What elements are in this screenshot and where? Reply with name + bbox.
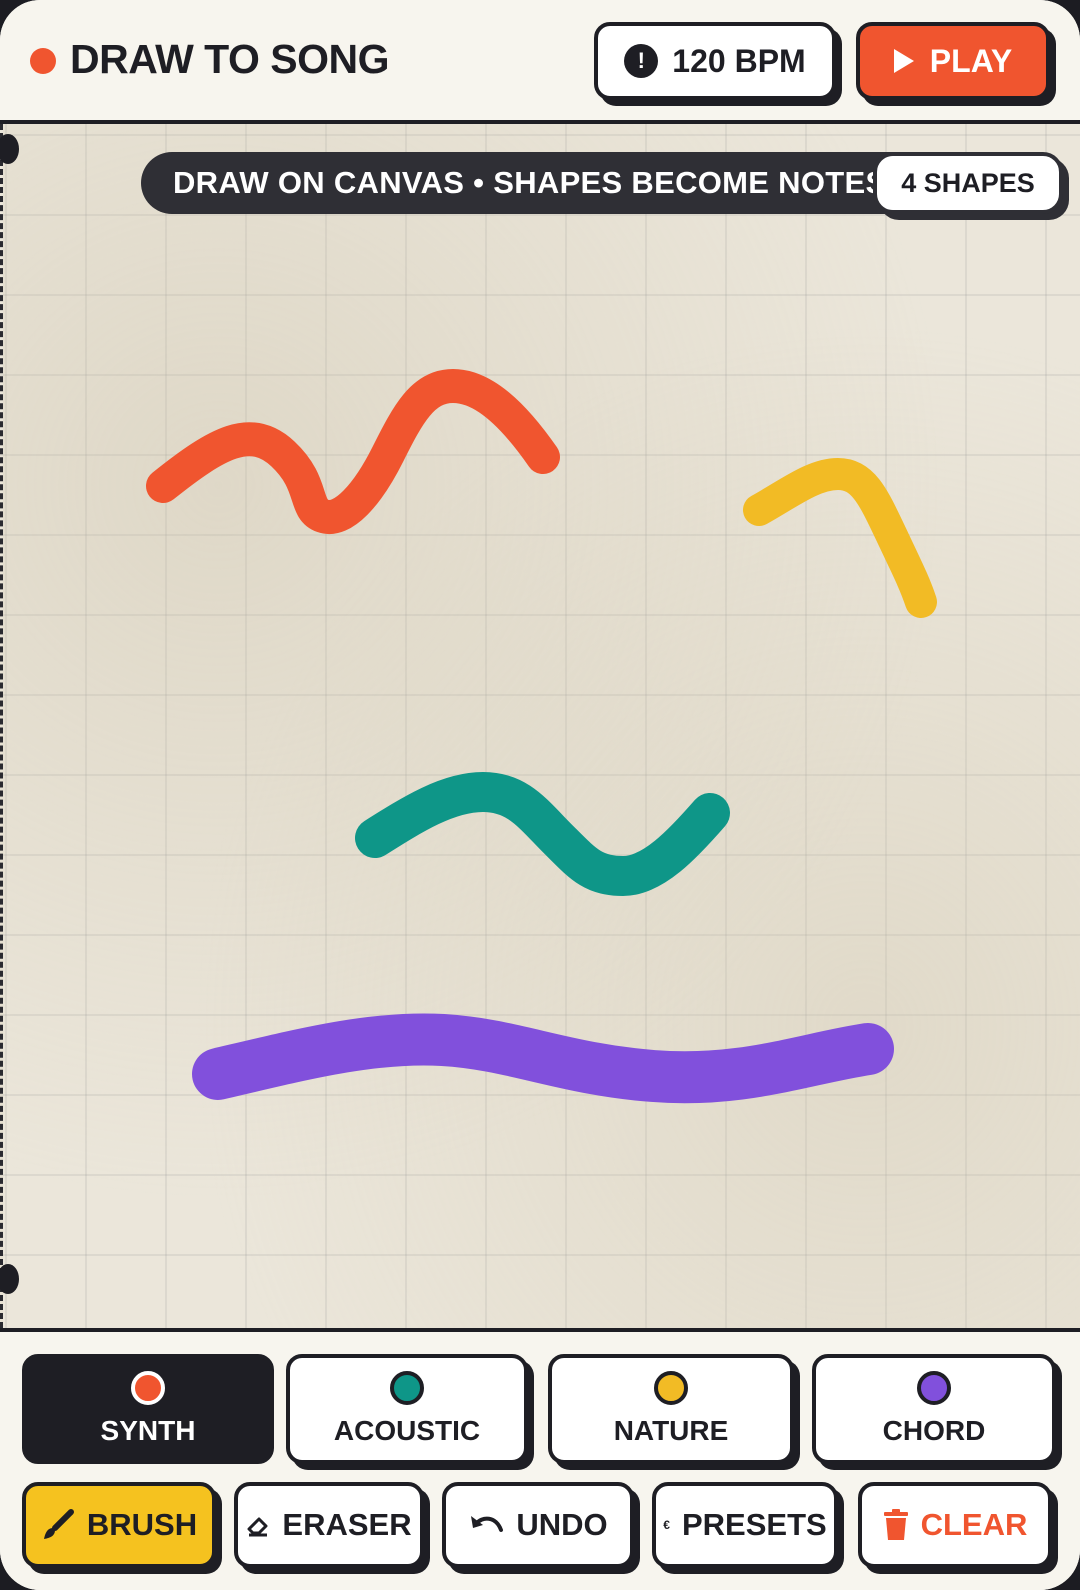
bpm-label: 120 BPM [672,42,806,79]
eraser-button[interactable]: ERASER [234,1482,424,1568]
nature-color-dot [654,1371,688,1405]
synth-color-dot [131,1371,165,1405]
acoustic-color-dot [390,1371,424,1405]
drawing-canvas[interactable]: DRAW ON CANVAS • SHAPES BECOME NOTES 4 S… [0,124,1080,1328]
instrument-acoustic-button[interactable]: ACOUSTIC [286,1354,528,1464]
eraser-icon [246,1513,270,1537]
stroke-layer [146,369,937,1104]
header: DRAW TO SONG ! 120 BPM PLAY [0,0,1080,124]
stroke-acoustic[interactable] [355,772,730,896]
eraser-label: ERASER [282,1507,412,1542]
stroke-nature[interactable] [743,458,937,618]
play-label: PLAY [929,42,1013,79]
metronome-icon: ! [624,44,659,78]
chord-color-dot [917,1371,951,1405]
presets-button[interactable]: € PRESETS [652,1482,838,1568]
brush-icon [41,1508,75,1542]
instrument-nature-button[interactable]: NATURE [548,1354,794,1464]
instrument-chord-button[interactable]: CHORD [812,1354,1056,1464]
app-window: DRAW TO SONG ! 120 BPM PLAY DRAW ON CANV… [0,0,1080,1590]
instrument-label: CHORD [882,1415,986,1446]
app-title: DRAW TO SONG [70,36,389,82]
brush-label: BRUSH [86,1507,198,1542]
bpm-button[interactable]: ! 120 BPM [594,22,836,100]
clear-button[interactable]: CLEAR [858,1482,1052,1568]
presets-icon: € [663,1518,670,1532]
instrument-label: NATURE [613,1415,729,1446]
undo-icon [468,1510,504,1540]
play-button[interactable]: PLAY [856,22,1050,100]
undo-button[interactable]: UNDO [442,1482,634,1568]
brush-button[interactable]: BRUSH [22,1482,216,1568]
instrument-label: SYNTH [100,1415,196,1446]
stroke-chord[interactable] [192,1013,894,1104]
trash-icon [883,1509,909,1541]
instrument-synth-button[interactable]: SYNTH [22,1354,274,1464]
presets-label: PRESETS [681,1507,827,1542]
play-icon [893,49,914,73]
control-panel: SYNTH ACOUSTIC NATURE CHORD BRUSH ERASER [0,1328,1080,1590]
undo-label: UNDO [516,1507,608,1542]
canvas-hint: DRAW ON CANVAS • SHAPES BECOME NOTES [141,152,941,214]
stroke-synth[interactable] [146,369,560,534]
instrument-label: ACOUSTIC [333,1415,481,1446]
clear-label: CLEAR [920,1507,1028,1542]
shape-count-badge: 4 SHAPES [873,152,1063,214]
record-indicator-dot [30,48,56,74]
